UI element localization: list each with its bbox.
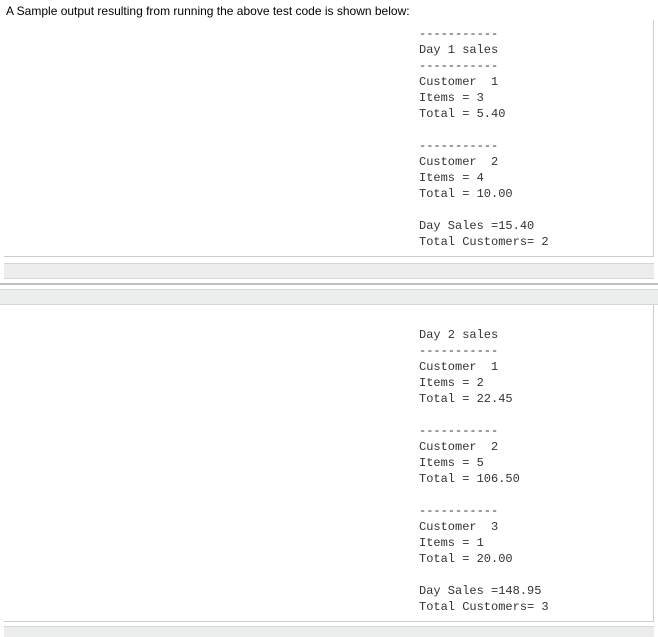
day1-title: Day 1 sales: [419, 43, 498, 57]
output-box-day1: ----------- Day 1 sales ----------- Cust…: [4, 20, 654, 257]
sep-line: -----------: [419, 504, 498, 518]
output-box-day2: Day 2 sales ----------- Customer 1 Items…: [4, 305, 654, 622]
day1-totalcust: Total Customers= 2: [419, 235, 549, 249]
day2-output: Day 2 sales ----------- Customer 1 Items…: [4, 311, 653, 615]
sep-line: -----------: [419, 139, 498, 153]
day2-cust2-total: Total = 106.50: [419, 472, 520, 486]
day2-cust3-header: Customer 3: [419, 520, 498, 534]
day2-cust2-header: Customer 2: [419, 440, 498, 454]
day1-cust1-total: Total = 5.40: [419, 107, 505, 121]
day2-cust2-items: Items = 5: [419, 456, 484, 470]
intro-text: A Sample output resulting from running t…: [0, 0, 658, 20]
day1-output: ----------- Day 1 sales ----------- Cust…: [4, 26, 653, 250]
day1-cust2-items: Items = 4: [419, 171, 484, 185]
divider-band: [4, 626, 654, 637]
day2-daysales: Day Sales =148.95: [419, 584, 541, 598]
day2-cust1-header: Customer 1: [419, 360, 498, 374]
divider-band: [0, 289, 658, 305]
day1-cust2-header: Customer 2: [419, 155, 498, 169]
sep-line: -----------: [419, 424, 498, 438]
sep-line: -----------: [419, 27, 498, 41]
day2-totalcust: Total Customers= 3: [419, 600, 549, 614]
day2-cust1-total: Total = 22.45: [419, 392, 513, 406]
day1-cust1-items: Items = 3: [419, 91, 484, 105]
day2-cust3-total: Total = 20.00: [419, 552, 513, 566]
day1-daysales: Day Sales =15.40: [419, 219, 534, 233]
sep-line: -----------: [419, 344, 498, 358]
day1-cust2-total: Total = 10.00: [419, 187, 513, 201]
sep-line: -----------: [419, 59, 498, 73]
page-divider: [0, 283, 658, 285]
day1-cust1-header: Customer 1: [419, 75, 498, 89]
day2-title: Day 2 sales: [419, 328, 498, 342]
divider-band: [4, 263, 654, 279]
day2-cust1-items: Items = 2: [419, 376, 484, 390]
day2-cust3-items: Items = 1: [419, 536, 484, 550]
